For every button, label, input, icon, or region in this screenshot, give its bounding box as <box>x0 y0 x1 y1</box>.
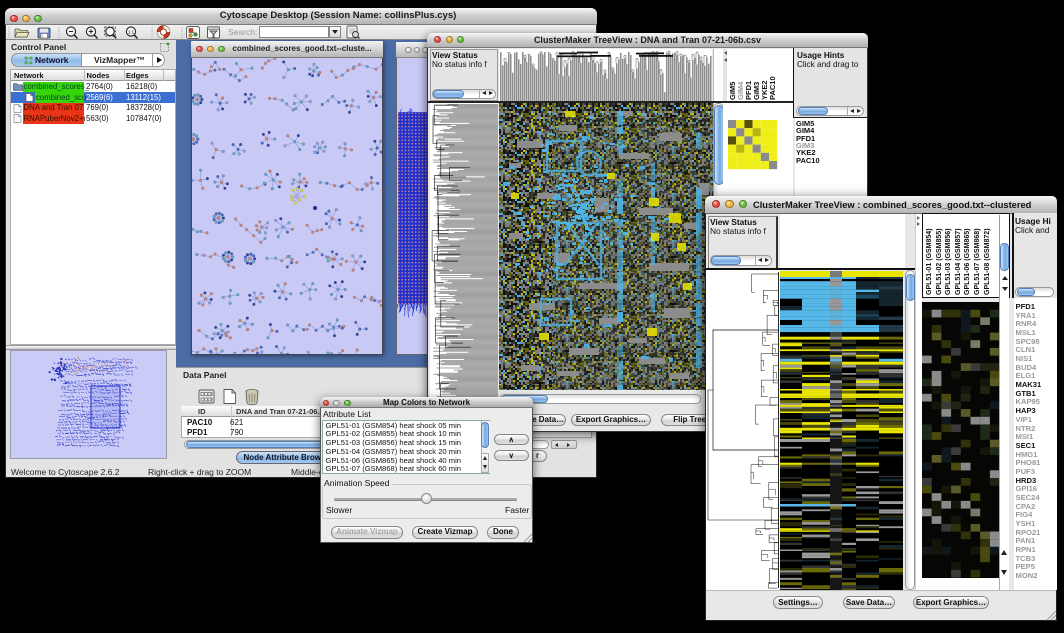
svg-text:1:1: 1:1 <box>128 29 135 34</box>
